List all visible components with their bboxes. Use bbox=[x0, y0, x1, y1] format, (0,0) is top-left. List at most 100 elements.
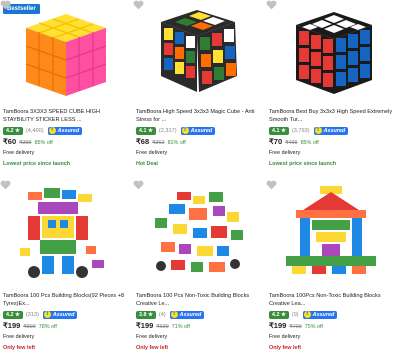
discount: 85% off bbox=[300, 140, 319, 146]
product-info: TamBoora High Speed 3x3x3 Magic Cube - A… bbox=[136, 108, 264, 167]
product-title[interactable]: TamBoora 100 Pcs Non-Toxic Building Bloc… bbox=[136, 292, 264, 308]
product-card[interactable]: Bestseller TamBoora 3X3X3 SPEED CUBE HIG… bbox=[0, 0, 133, 178]
original-price: ₹699 bbox=[156, 324, 169, 330]
rating-row: 3.8 ★ (4) f Assured bbox=[136, 310, 264, 319]
building-blocks-image bbox=[286, 186, 376, 274]
deal-tag: Lowest price since launch bbox=[3, 161, 71, 167]
deal-tag: Lowest price since launch bbox=[269, 161, 337, 167]
rubiks-cube-image bbox=[161, 10, 237, 92]
product-image[interactable] bbox=[266, 0, 399, 105]
assured-badge: f Assured bbox=[180, 126, 216, 135]
rating-count: (4) bbox=[158, 311, 166, 318]
flipkart-f-icon: f bbox=[43, 311, 51, 318]
product-info: TamBoora 3X3X3 SPEED CUBE HIGH STAYBILIT… bbox=[3, 108, 131, 167]
assured-badge: f Assured bbox=[302, 310, 338, 319]
original-price: ₹799 bbox=[289, 324, 302, 330]
rating-count: (2,317) bbox=[158, 127, 177, 134]
price-row: ₹60 ₹399 85% off bbox=[3, 137, 131, 146]
selling-price: ₹60 bbox=[3, 137, 17, 146]
product-image[interactable] bbox=[133, 180, 266, 285]
discount: 75% off bbox=[304, 324, 323, 330]
rating-row: 4.2 ★ (4,400) f Assured bbox=[3, 126, 131, 135]
rating-badge: 3.8 ★ bbox=[136, 310, 156, 319]
rating-row: 4.2 ★ (9) f Assured bbox=[269, 310, 397, 319]
flipkart-f-icon: f bbox=[170, 311, 178, 318]
original-price: ₹362 bbox=[152, 140, 165, 146]
delivery-info: Free delivery bbox=[269, 150, 301, 156]
flipkart-f-icon: f bbox=[303, 311, 311, 318]
rating-badge: 4.2 ★ bbox=[269, 310, 289, 319]
assured-badge: f Assured bbox=[42, 310, 78, 319]
selling-price: ₹68 bbox=[136, 137, 150, 146]
product-info: TamBoora 100Pcs Non-Toxic Building Block… bbox=[269, 292, 397, 351]
original-price: ₹399 bbox=[19, 140, 32, 146]
product-info: TamBoora 100 Pcs Building Blocks(92 Piec… bbox=[3, 292, 131, 351]
wishlist-heart-icon[interactable] bbox=[133, 180, 144, 190]
flipkart-f-icon: f bbox=[314, 127, 322, 134]
wishlist-heart-icon[interactable] bbox=[266, 0, 277, 10]
wishlist-heart-icon[interactable] bbox=[0, 180, 11, 190]
price-row: ₹199 ₹699 71% off bbox=[136, 321, 264, 330]
rating-count: (313) bbox=[25, 311, 39, 318]
product-title[interactable]: TamBoora Best Buy 3x3x3 High Speed Extre… bbox=[269, 108, 397, 124]
product-title[interactable]: TamBoora 100Pcs Non-Toxic Building Block… bbox=[269, 292, 397, 308]
flipkart-f-icon: f bbox=[48, 127, 56, 134]
product-title[interactable]: TamBoora High Speed 3x3x3 Magic Cube - A… bbox=[136, 108, 264, 124]
rating-row: 4.1 ★ (2,317) f Assured bbox=[136, 126, 264, 135]
product-card[interactable]: TamBoora 100 Pcs Building Blocks(92 Piec… bbox=[0, 180, 133, 355]
original-price: ₹899 bbox=[23, 324, 36, 330]
rating-badge: 4.2 ★ bbox=[3, 310, 23, 319]
delivery-info: Free delivery bbox=[136, 150, 168, 156]
product-card[interactable]: TamBoora 100Pcs Non-Toxic Building Block… bbox=[266, 180, 399, 355]
rating-count: (9) bbox=[291, 311, 299, 318]
building-blocks-image bbox=[20, 188, 104, 278]
wishlist-heart-icon[interactable] bbox=[266, 180, 277, 190]
product-title[interactable]: TamBoora 3X3X3 SPEED CUBE HIGH STAYBILIT… bbox=[3, 108, 131, 124]
product-info: TamBoora 100 Pcs Non-Toxic Building Bloc… bbox=[136, 292, 264, 351]
product-image[interactable] bbox=[266, 180, 399, 285]
product-grid: Bestseller TamBoora 3X3X3 SPEED CUBE HIG… bbox=[0, 0, 400, 355]
stock-tag: Only few left bbox=[3, 345, 36, 351]
rubiks-cube-image bbox=[25, 14, 107, 96]
delivery-info: Free delivery bbox=[3, 150, 35, 156]
product-card[interactable]: TamBoora High Speed 3x3x3 Magic Cube - A… bbox=[133, 0, 266, 178]
rating-count: (4,400) bbox=[25, 127, 44, 134]
rating-row: 4.1 ★ (3,793) f Assured bbox=[269, 126, 397, 135]
product-card[interactable]: TamBoora 100 Pcs Non-Toxic Building Bloc… bbox=[133, 180, 266, 355]
rating-badge: 4.1 ★ bbox=[136, 126, 156, 135]
deal-tag: Hot Deal bbox=[136, 161, 158, 167]
building-blocks-image bbox=[155, 192, 243, 272]
price-row: ₹70 ₹499 85% off bbox=[269, 137, 397, 146]
selling-price: ₹199 bbox=[136, 321, 154, 330]
product-image[interactable]: Bestseller bbox=[0, 0, 133, 105]
rating-row: 4.2 ★ (313) f Assured bbox=[3, 310, 131, 319]
flipkart-f-icon: f bbox=[181, 127, 189, 134]
product-title[interactable]: TamBoora 100 Pcs Building Blocks(92 Piec… bbox=[3, 292, 131, 308]
stock-tag: Only few left bbox=[136, 345, 169, 351]
delivery-info: Free delivery bbox=[3, 334, 35, 340]
selling-price: ₹199 bbox=[269, 321, 287, 330]
product-image[interactable] bbox=[0, 180, 133, 285]
stock-tag: Only few left bbox=[269, 345, 302, 351]
wishlist-heart-icon[interactable] bbox=[133, 0, 144, 10]
discount: 78% off bbox=[38, 324, 57, 330]
assured-badge: f Assured bbox=[313, 126, 349, 135]
delivery-info: Free delivery bbox=[136, 334, 168, 340]
assured-badge: f Assured bbox=[169, 310, 205, 319]
rating-count: (3,793) bbox=[291, 127, 310, 134]
product-info: TamBoora Best Buy 3x3x3 High Speed Extre… bbox=[269, 108, 397, 167]
discount: 71% off bbox=[171, 324, 190, 330]
price-row: ₹199 ₹899 78% off bbox=[3, 321, 131, 330]
delivery-info: Free delivery bbox=[269, 334, 301, 340]
rating-badge: 4.1 ★ bbox=[269, 126, 289, 135]
selling-price: ₹70 bbox=[269, 137, 283, 146]
rubiks-cube-image bbox=[296, 12, 372, 94]
wishlist-heart-icon[interactable] bbox=[0, 0, 11, 10]
product-card[interactable]: TamBoora Best Buy 3x3x3 High Speed Extre… bbox=[266, 0, 399, 178]
price-row: ₹199 ₹799 75% off bbox=[269, 321, 397, 330]
product-image[interactable] bbox=[133, 0, 266, 105]
price-row: ₹68 ₹362 81% off bbox=[136, 137, 264, 146]
rating-badge: 4.2 ★ bbox=[3, 126, 23, 135]
assured-badge: f Assured bbox=[47, 126, 83, 135]
discount: 81% off bbox=[167, 140, 186, 146]
